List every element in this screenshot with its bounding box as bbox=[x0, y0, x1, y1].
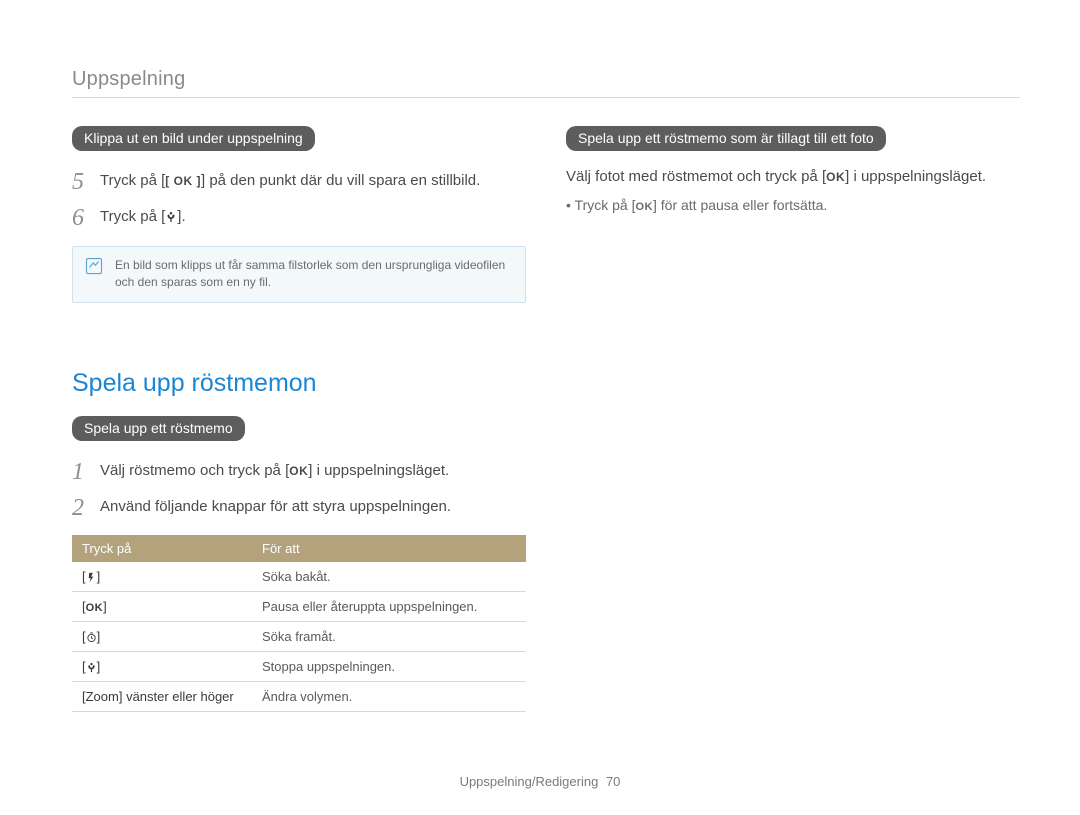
table-row: [] Söka framåt. bbox=[72, 622, 526, 652]
table-row: [Zoom] vänster eller höger Ändra volymen… bbox=[72, 682, 526, 712]
bullet-item: Tryck på [OK] för att pausa eller fortsä… bbox=[566, 197, 1020, 213]
step-6: 6 Tryck på []. bbox=[72, 205, 526, 231]
note-box: En bild som klipps ut får samma filstorl… bbox=[72, 246, 526, 303]
text-fragment: Tryck på bbox=[575, 197, 632, 213]
content-columns: Klippa ut en bild under uppspelning 5 Tr… bbox=[72, 126, 1020, 712]
step-5: 5 Tryck på [OK] på den punkt där du vill… bbox=[72, 169, 526, 195]
key-cell: [] bbox=[72, 622, 252, 652]
right-column: Spela upp ett röstmemo som är tillagt ti… bbox=[566, 126, 1020, 712]
desc-cell: Stoppa uppspelningen. bbox=[252, 652, 526, 682]
step-text: Välj röstmemo och tryck på [OK] i uppspe… bbox=[100, 459, 449, 482]
ok-icon: OK bbox=[86, 602, 104, 614]
step-text: Tryck på []. bbox=[100, 205, 186, 228]
steps-group-voice: 1 Välj röstmemo och tryck på [OK] i upps… bbox=[72, 459, 526, 522]
macro-icon: [] bbox=[82, 659, 100, 674]
ok-icon: OK bbox=[289, 464, 308, 478]
table-row: [] Stoppa uppspelningen. bbox=[72, 652, 526, 682]
text-fragment: Välj fotot med röstmemot och tryck på bbox=[566, 168, 822, 185]
desc-cell: Söka bakåt. bbox=[252, 562, 526, 592]
note-text: En bild som klipps ut får samma filstorl… bbox=[115, 257, 513, 292]
table-row: [] Söka bakåt. bbox=[72, 562, 526, 592]
steps-group-clip: 5 Tryck på [OK] på den punkt där du vill… bbox=[72, 169, 526, 232]
desc-cell: Pausa eller återuppta uppspelningen. bbox=[252, 592, 526, 622]
pill-play-voice: Spela upp ett röstmemo bbox=[72, 416, 245, 441]
footer-text: Uppspelning/Redigering bbox=[460, 774, 599, 789]
key-cell: [] bbox=[72, 562, 252, 592]
pill-voice-on-photo: Spela upp ett röstmemo som är tillagt ti… bbox=[566, 126, 886, 151]
step-number: 5 bbox=[72, 169, 90, 195]
text-fragment: Tryck på bbox=[100, 208, 161, 225]
flash-icon: [] bbox=[82, 569, 100, 584]
page-footer: Uppspelning/Redigering 70 bbox=[0, 774, 1080, 789]
macro-icon: [] bbox=[161, 208, 181, 225]
key-cell: [OK] bbox=[72, 592, 252, 622]
left-column: Klippa ut en bild under uppspelning 5 Tr… bbox=[72, 126, 526, 712]
step-number: 2 bbox=[72, 495, 90, 521]
step-text: Använd följande knappar för att styra up… bbox=[100, 495, 451, 518]
step-1: 1 Välj röstmemo och tryck på [OK] i upps… bbox=[72, 459, 526, 485]
text-fragment: i uppspelningsläget. bbox=[849, 168, 986, 185]
key-cell: [] bbox=[72, 652, 252, 682]
step-text: Tryck på [OK] på den punkt där du vill s… bbox=[100, 169, 480, 192]
breadcrumb: Uppspelning bbox=[72, 68, 1020, 98]
step-number: 1 bbox=[72, 459, 90, 485]
controls-table: Tryck på För att [] Söka bakåt. [OK] Pau… bbox=[72, 535, 526, 712]
step-2: 2 Använd följande knappar för att styra … bbox=[72, 495, 526, 521]
note-icon bbox=[85, 257, 103, 275]
text-fragment: på den punkt där du vill spara en stillb… bbox=[205, 172, 480, 189]
text-fragment: Tryck på bbox=[100, 172, 161, 189]
ok-icon: OK bbox=[826, 170, 845, 184]
step-number: 6 bbox=[72, 205, 90, 231]
desc-cell: Ändra volymen. bbox=[252, 682, 526, 712]
text-fragment: för att pausa eller fortsätta. bbox=[657, 197, 827, 213]
page: Uppspelning Klippa ut en bild under upps… bbox=[0, 0, 1080, 815]
text-fragment: i uppspelningsläget. bbox=[312, 462, 449, 479]
table-row: [OK] Pausa eller återuppta uppspelningen… bbox=[72, 592, 526, 622]
table-header-key: Tryck på bbox=[72, 535, 252, 562]
text-fragment: Välj röstmemo och tryck på bbox=[100, 462, 285, 479]
section-title: Spela upp röstmemon bbox=[72, 369, 526, 398]
key-cell: [Zoom] vänster eller höger bbox=[72, 682, 252, 712]
pill-clip-image: Klippa ut en bild under uppspelning bbox=[72, 126, 315, 151]
footer-page-number: 70 bbox=[606, 774, 620, 789]
paragraph: Välj fotot med röstmemot och tryck på [O… bbox=[566, 165, 1020, 189]
table-header-desc: För att bbox=[252, 535, 526, 562]
timer-icon: [] bbox=[82, 629, 100, 644]
ok-icon: OK bbox=[635, 201, 653, 213]
desc-cell: Söka framåt. bbox=[252, 622, 526, 652]
ok-icon: OK bbox=[165, 174, 201, 188]
